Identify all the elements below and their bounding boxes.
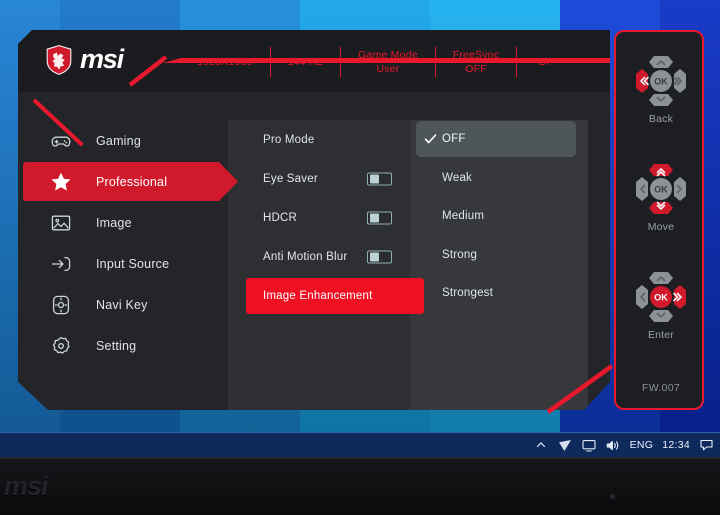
osd-sidebar: Gaming Professional Image Input Source N… [18,120,238,366]
option-selected-highlight [416,121,576,157]
nav-hint-back: OK Back [616,50,706,125]
sidebar-item-setting[interactable]: Setting [18,325,228,366]
nav-hint-label: Enter [647,329,675,341]
menu-item-eye-saver[interactable]: Eye Saver [228,159,410,198]
menu-item-label: Pro Mode [263,133,315,146]
toggle-knob [369,252,379,261]
menu-item-label: Anti Motion Blur [263,250,348,263]
menu-item-anti-motion-blur[interactable]: Anti Motion Blur [228,237,410,276]
firmware-version: FW.007 [642,382,680,394]
sidebar-item-label: Image [96,215,132,230]
menu-item-label: HDCR [263,211,298,224]
chevron-up-icon[interactable] [534,438,549,453]
option-item-label: OFF [442,133,466,146]
osd-menu-column: Pro Mode Eye Saver HDCR Anti Motion Blur [228,120,424,315]
dpad-icon [48,292,74,318]
eye-saver-toggle[interactable] [367,172,392,185]
sidebar-item-label: Navi Key [96,297,148,312]
osd-option-column: OFF Weak Medium Strong Strongest [410,120,588,313]
svg-text:OK: OK [654,185,668,195]
check-icon [424,134,437,144]
dpad-left-icon: OK [636,56,686,106]
sidebar-item-label: Input Source [96,256,170,271]
option-item-weak[interactable]: Weak [410,159,588,198]
option-item-label: Weak [442,171,472,184]
input-arrow-icon [48,251,74,277]
option-item-strong[interactable]: Strong [410,236,588,275]
nav-hint-label: Back [648,113,674,125]
osd-accent-line-top [163,58,610,63]
menu-item-pro-mode[interactable]: Pro Mode [228,120,410,159]
svg-text:OK: OK [654,77,668,87]
taskbar-language[interactable]: ENG [630,439,654,451]
toggle-knob [369,213,379,222]
menu-item-hdcr[interactable]: HDCR [228,198,410,237]
bezel-msi-logo: msi [4,471,49,501]
nav-hint-move: OK Move [616,158,706,233]
msi-dragon-shield-icon [46,44,72,75]
hdcr-toggle[interactable] [367,211,392,224]
volume-icon[interactable] [606,438,621,453]
anti-motion-blur-toggle[interactable] [367,250,392,263]
sidebar-item-label: Professional [96,174,168,189]
svg-text:OK: OK [654,293,668,303]
osd-accent-diagonal [128,55,168,87]
sidebar-item-navi-key[interactable]: Navi Key [18,284,228,325]
sidebar-item-label: Setting [96,338,137,353]
msi-logo: msi [46,44,124,75]
osd-body: Gaming Professional Image Input Source N… [18,92,610,410]
osd-nav-panel: OK Back OK Move OK Enter FW.007 [614,30,704,410]
toggle-knob [369,174,379,183]
option-item-label: Medium [442,210,485,223]
option-item-off[interactable]: OFF [410,120,588,159]
sidebar-item-image[interactable]: Image [18,202,228,243]
action-center-icon[interactable] [699,438,714,453]
windows-taskbar: ENG 12:34 [0,432,720,457]
menu-item-image-enhancement[interactable]: Image Enhancement [228,276,424,315]
sidebar-item-input-source[interactable]: Input Source [18,243,228,284]
option-item-label: Strong [442,248,478,261]
option-item-label: Strongest [442,287,494,300]
sidebar-item-professional[interactable]: Professional [18,161,238,202]
nav-hint-enter: OK Enter [616,266,706,341]
laptop-bottom-bezel: msi [0,457,720,515]
msi-wordmark: msi [80,44,124,74]
bezel-indicator-dot [610,494,615,499]
sidebar-item-gaming[interactable]: Gaming [18,120,228,161]
picture-icon [48,210,74,236]
screenshot-root: msi 1920X1080 144 HZ Game Mode User Free… [0,0,720,515]
option-item-medium[interactable]: Medium [410,197,588,236]
network-icon[interactable] [558,438,573,453]
dpad-updown-icon: OK [636,164,686,214]
display-icon[interactable] [582,438,597,453]
menu-item-label: Eye Saver [263,172,318,185]
gear-icon [48,333,74,359]
menu-item-label: Image Enhancement [263,289,373,302]
osd-main-panel: msi 1920X1080 144 HZ Game Mode User Free… [18,30,610,410]
taskbar-clock[interactable]: 12:34 [662,439,690,451]
dpad-ok-right-icon: OK [636,272,686,322]
option-item-strongest[interactable]: Strongest [410,274,588,313]
sidebar-item-label: Gaming [96,133,141,148]
nav-hint-label: Move [647,221,675,233]
star-icon [48,169,74,195]
